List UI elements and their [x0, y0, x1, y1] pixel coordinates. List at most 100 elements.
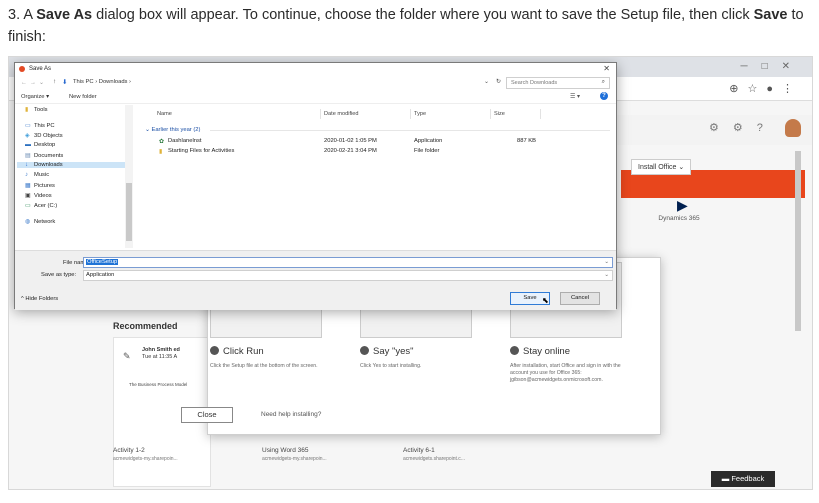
search-icon: ⌕ [601, 79, 605, 85]
install-office-button[interactable]: Install Office ⌄ [631, 159, 692, 175]
column-divider [490, 109, 491, 119]
nav-item-pictures[interactable]: ▦ Pictures [25, 182, 55, 189]
column-header-date[interactable]: Date modified [324, 111, 359, 117]
nav-item-tools[interactable]: ▮ Tools [25, 106, 48, 113]
browser-toolbar-icons[interactable]: ⊕☆●⋮ [729, 82, 802, 95]
nav-item-label: Videos [34, 193, 52, 199]
cube-icon: ◈ [25, 133, 30, 139]
window-controls[interactable]: ─□✕ [740, 61, 804, 72]
file-size: 887 KB [517, 138, 537, 144]
close-button[interactable]: Close [181, 407, 233, 423]
group-header-label: Earlier this year (2) [151, 127, 201, 133]
column-header-size[interactable]: Size [494, 111, 505, 117]
pc-icon: ▭ [25, 123, 31, 129]
nav-item-music[interactable]: ♪ Music [25, 172, 49, 178]
step-title-text: Say "yes" [373, 346, 414, 357]
new-folder-button[interactable]: New folder [69, 94, 97, 100]
close-icon[interactable]: ✕ [603, 64, 610, 73]
activity-card[interactable]: Using Word 365 acmewidgets-my.sharepoin..… [262, 447, 327, 463]
view-options-icon[interactable]: ☰ ▾ [570, 93, 580, 100]
install-office-label: Install Office [638, 164, 677, 171]
activity-title: Activity 6-1 [403, 447, 435, 454]
activity-title: Activity 1-2 [113, 447, 145, 454]
group-header[interactable]: ⌄ Earlier this year (2) [145, 127, 200, 133]
activity-card[interactable]: Activity 1-2 acmewidgets-my.sharepoin... [113, 447, 178, 463]
save-type-select[interactable]: Application ⌄ [83, 270, 613, 281]
chrome-icon [19, 66, 25, 72]
avatar[interactable] [785, 119, 801, 137]
activity-sub: acmewidgets-my.sharepoin... [262, 456, 327, 462]
nav-item-desktop[interactable]: ▬ Desktop [25, 142, 55, 148]
dialog-toolbar: Organize ▾ New folder ☰ ▾ ? [15, 90, 616, 104]
drive-icon: ▭ [25, 203, 31, 209]
feedback-label: Feedback [731, 474, 765, 483]
hide-folders-label: Hide Folders [25, 296, 59, 302]
hide-folders-toggle[interactable]: ^ Hide Folders [21, 296, 58, 302]
step-description: After installation, start Office and sig… [510, 363, 621, 383]
activity-card[interactable]: Activity 6-1 acmewidgets.sharepoint.c... [403, 447, 465, 463]
step-number-icon [510, 346, 519, 355]
step-title-text: Stay online [523, 346, 571, 357]
nav-item-documents[interactable]: ▤ Documents [25, 152, 63, 159]
column-header-name[interactable]: Name [157, 111, 172, 117]
navigation-pane: ▮ Tools ▭ This PC ◈ 3D Objects ▬ Desktop ▤ Do… [15, 105, 133, 248]
help-icon[interactable]: ? [600, 92, 608, 100]
instruction-mid: dialog box will appear. To continue, cho… [92, 7, 754, 23]
nav-item-3d-objects[interactable]: ◈ 3D Objects [25, 132, 63, 139]
file-row[interactable]: ✿ Dashlanelnst 2020-01-02 1:05 PM Applic… [135, 137, 615, 147]
instruction-text: 3. A Save As dialog box will appear. To … [8, 4, 813, 48]
step-description: Click the Setup file at the bottom of th… [210, 363, 318, 369]
instruction-prefix: 3. A [8, 7, 37, 23]
refresh-icon[interactable]: ↻ [496, 78, 501, 85]
file-row[interactable]: ▮ Starting Files for Activities 2020-02-… [135, 147, 615, 157]
file-date: 2020-01-02 1:05 PM [324, 138, 377, 144]
breadcrumb[interactable]: This PC › Downloads › [73, 79, 131, 85]
recommended-title: Recommended [113, 321, 178, 331]
screenshot-frame: ─□✕ ⊕☆●⋮ ⚙⚙? Install Office ⌄ ▶ Dynamics… [8, 56, 813, 490]
document-icon: ▤ [25, 153, 31, 159]
column-divider [320, 109, 321, 119]
dialog-title: Save As [29, 66, 52, 72]
column-divider [540, 109, 541, 119]
organize-button[interactable]: Organize ▾ [21, 94, 49, 100]
column-header-type[interactable]: Type [414, 111, 426, 117]
nav-scroll-thumb[interactable] [126, 183, 132, 241]
step-title-text: Click Run [223, 346, 264, 357]
up-arrow-icon[interactable]: ↑ [53, 78, 56, 85]
file-date: 2020-02-21 3:04 PM [324, 148, 377, 154]
dialog-titlebar: Save As ✕ [15, 63, 616, 76]
nav-item-videos[interactable]: ▣ Videos [25, 192, 52, 199]
dynamics-icon[interactable]: ▶ [677, 197, 688, 214]
nav-item-downloads[interactable]: ↓ Downloads [17, 162, 129, 168]
save-type-value: Application [86, 272, 115, 278]
pictures-icon: ▦ [25, 183, 31, 189]
nav-item-acer-c[interactable]: ▭ Acer (C:) [25, 202, 57, 209]
nav-item-label: Desktop [34, 142, 56, 148]
chevron-down-icon[interactable]: ⌄ [604, 272, 609, 278]
back-forward-icon[interactable]: ←→⌄ [21, 79, 47, 86]
step-title: Click Run [210, 346, 264, 357]
folder-icon: ▮ [25, 107, 29, 113]
nav-item-this-pc[interactable]: ▭ This PC [25, 122, 55, 129]
step-title: Say "yes" [360, 346, 414, 357]
nav-item-label: Documents [34, 153, 64, 159]
file-name-field[interactable]: OfficeSetup ⌄ [83, 257, 613, 268]
nav-item-label: Downloads [34, 162, 63, 168]
nav-item-network[interactable]: ◍ Network [25, 218, 55, 225]
chevron-down-icon[interactable]: ⌄ [484, 78, 489, 85]
feedback-button[interactable]: ▬ Feedback [711, 471, 775, 487]
recommended-user: John Smith ed Tue at 11:35 A [142, 347, 180, 361]
page-scrollbar[interactable] [795, 151, 801, 331]
nav-item-label: This PC [34, 123, 55, 129]
chevron-down-icon[interactable]: ⌄ [604, 259, 609, 265]
recommended-doc-title: The Business Process Model [129, 382, 188, 387]
recommended-time: Tue at 11:35 A [142, 354, 178, 360]
search-input[interactable]: Search Downloads ⌕ [506, 77, 610, 89]
nav-item-label: Network [34, 219, 56, 225]
office-header-icons[interactable]: ⚙⚙? [709, 121, 777, 134]
address-row: ←→⌄ ↑ ⬇ This PC › Downloads › ⌄ ↻ Search… [15, 76, 616, 90]
step-number-icon [360, 346, 369, 355]
need-help-link[interactable]: Need help installing? [261, 411, 321, 418]
download-icon: ⬇ [62, 79, 68, 86]
cancel-button[interactable]: Cancel [560, 292, 600, 305]
